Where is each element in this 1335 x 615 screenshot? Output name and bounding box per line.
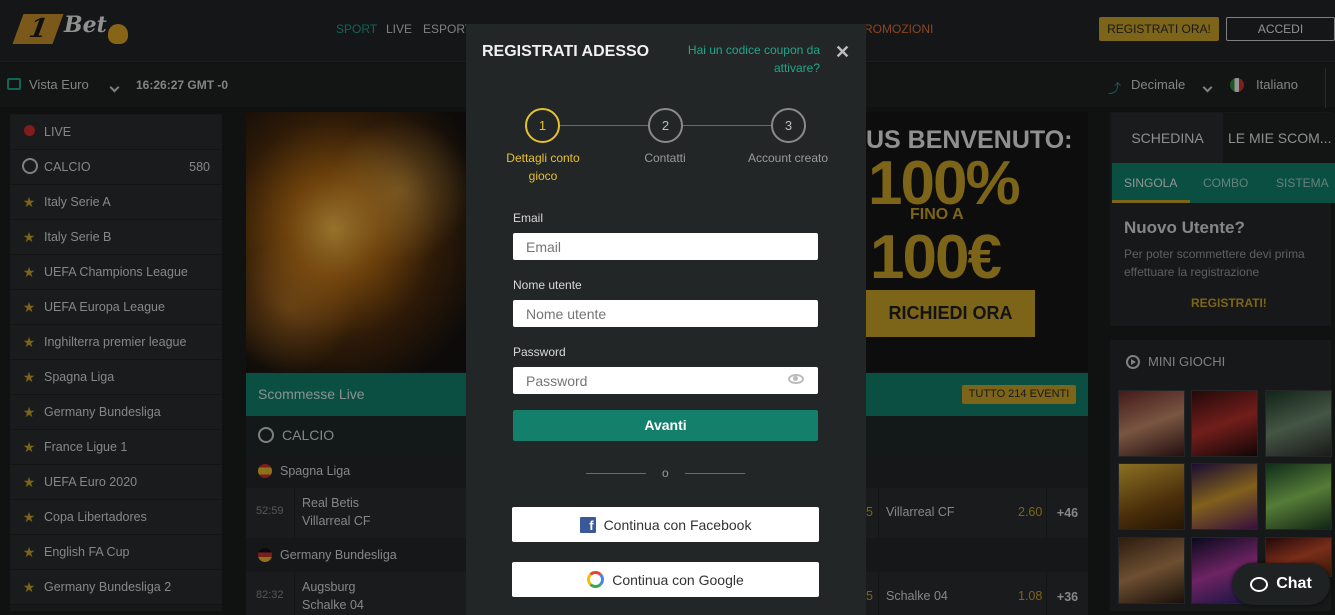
google-icon — [587, 571, 605, 588]
divider — [685, 473, 745, 474]
chat-bubble-icon — [1250, 576, 1269, 592]
password-label: Password — [513, 345, 566, 359]
step-connector — [560, 125, 650, 126]
coupon-code-link[interactable]: Hai un codice coupon da attivare? — [670, 41, 820, 77]
username-label: Nome utente — [513, 278, 582, 292]
step-1-label: Dettagli conto gioco — [506, 151, 580, 183]
show-password-eye-icon[interactable] — [788, 374, 804, 384]
or-separator: o — [662, 466, 669, 480]
chat-label: Chat — [1276, 575, 1312, 592]
modal-title: REGISTRATI ADESSO — [482, 43, 650, 60]
username-field[interactable] — [513, 300, 818, 327]
google-label: Continua con Google — [612, 571, 744, 588]
email-field[interactable] — [513, 233, 818, 260]
facebook-icon: f — [579, 516, 596, 533]
facebook-login-button[interactable]: f Continua con Facebook — [512, 507, 819, 542]
step-connector — [682, 125, 774, 126]
facebook-label: Continua con Facebook — [603, 516, 752, 533]
email-label: Email — [513, 211, 544, 225]
next-button[interactable]: Avanti — [513, 410, 818, 441]
divider — [586, 473, 646, 474]
step-2-indicator: 2 — [648, 108, 683, 143]
close-icon[interactable]: ✕ — [835, 42, 850, 63]
chat-button[interactable]: Chat — [1232, 563, 1330, 605]
step-3-label: Account creato — [747, 151, 829, 165]
step-1-indicator: 1 — [525, 108, 560, 143]
password-field[interactable] — [513, 367, 818, 394]
step-3-indicator: 3 — [771, 108, 806, 143]
google-login-button[interactable]: Continua con Google — [512, 562, 819, 597]
step-2-label: Contatti — [644, 151, 686, 165]
